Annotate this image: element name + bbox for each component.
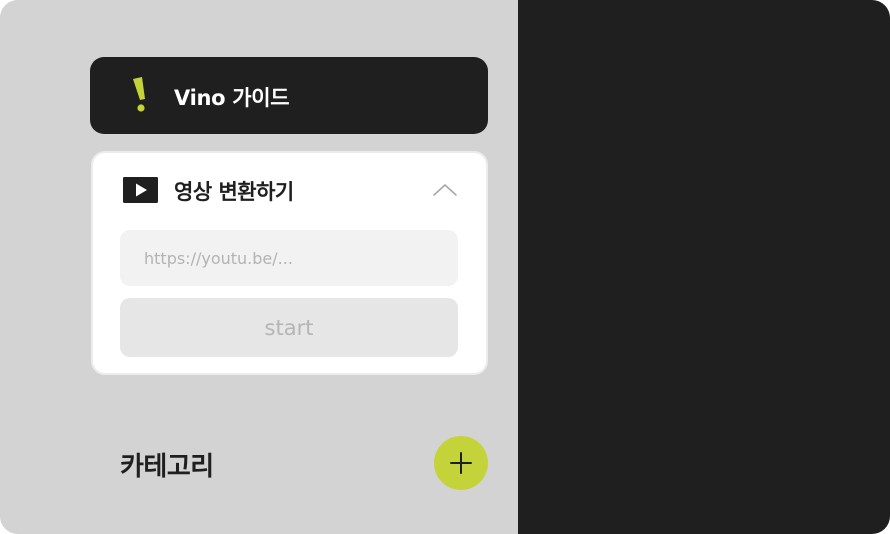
category-title: 카테고리 bbox=[120, 452, 214, 482]
plus-icon bbox=[450, 452, 472, 474]
app-window: Vino 가이드 영상 변환하기 start 카테고리 bbox=[0, 0, 890, 534]
start-button[interactable]: start bbox=[120, 298, 458, 357]
youtube-url-input[interactable] bbox=[120, 230, 458, 286]
video-convert-title: 영상 변환하기 bbox=[174, 180, 294, 204]
chevron-up-icon[interactable] bbox=[432, 180, 458, 200]
play-video-icon bbox=[123, 177, 158, 203]
vino-guide-label: Vino 가이드 bbox=[174, 86, 290, 110]
vino-logo-icon bbox=[133, 77, 145, 112]
sidebar: Vino 가이드 영상 변환하기 start 카테고리 bbox=[0, 0, 518, 534]
add-category-button[interactable] bbox=[434, 436, 488, 490]
main-content-area bbox=[518, 0, 890, 534]
